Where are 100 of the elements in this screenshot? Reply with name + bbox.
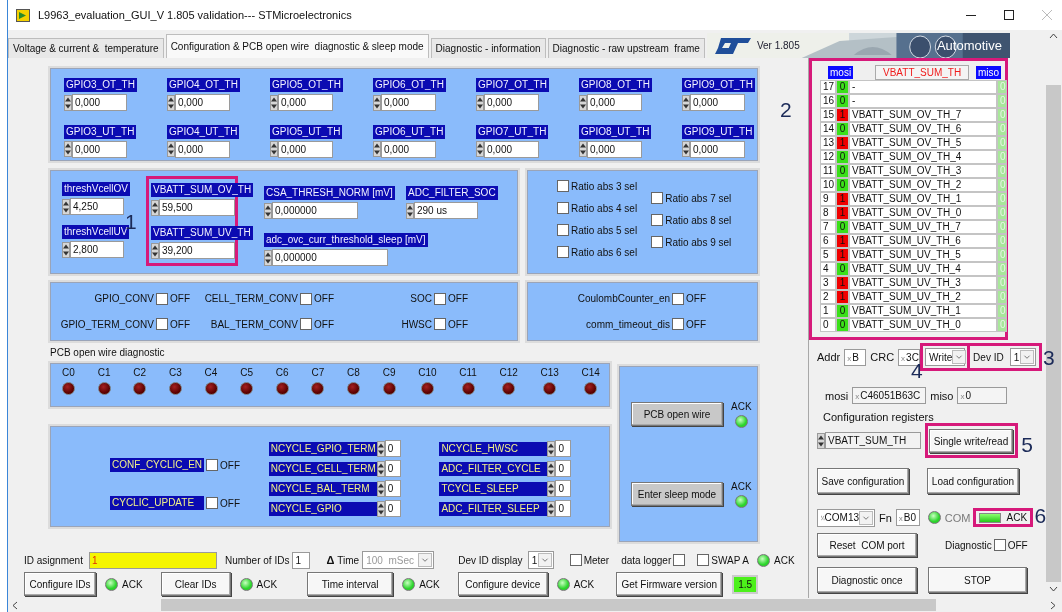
- bit-cell[interactable]: 0: [836, 150, 849, 164]
- bit-cell[interactable]: 1: [836, 192, 849, 206]
- checkbox[interactable]: [672, 318, 684, 331]
- action-button[interactable]: Enter sleep mode: [631, 482, 723, 506]
- tab[interactable]: Diagnostic - information: [430, 38, 546, 58]
- numeric-field[interactable]: 0,000: [381, 94, 436, 111]
- action-button[interactable]: STOP: [928, 567, 1027, 593]
- bit-cell[interactable]: 0: [836, 178, 849, 192]
- hex-field[interactable]: x B: [844, 348, 867, 366]
- checkbox[interactable]: [206, 497, 218, 509]
- bit-cell[interactable]: 1: [836, 206, 849, 220]
- hex-field[interactable]: xB0: [895, 509, 920, 526]
- numeric-field[interactable]: 39,200: [159, 242, 235, 259]
- checkbox[interactable]: [557, 202, 569, 214]
- input-field[interactable]: 1: [88, 551, 217, 569]
- checkbox[interactable]: [557, 246, 569, 258]
- numeric-field[interactable]: 0,000: [72, 140, 127, 158]
- spin-buttons[interactable]: [376, 460, 385, 477]
- checkbox[interactable]: [673, 554, 686, 566]
- tab[interactable]: Voltage & current & temperature: [8, 38, 164, 58]
- bit-cell[interactable]: 0: [836, 80, 849, 94]
- numeric-field[interactable]: 0: [555, 460, 572, 477]
- chevron-up-icon[interactable]: [1049, 33, 1058, 39]
- numeric-field[interactable]: 0,000: [278, 140, 333, 158]
- checkbox[interactable]: [651, 214, 664, 226]
- numeric-field[interactable]: 0,000: [484, 140, 539, 158]
- spin-buttons[interactable]: [376, 480, 385, 497]
- checkbox[interactable]: [697, 554, 710, 566]
- checkbox[interactable]: [557, 180, 569, 192]
- bit-cell[interactable]: 0: [836, 304, 849, 318]
- numeric-field[interactable]: 0,000: [690, 140, 745, 158]
- file-button[interactable]: Load configuration: [927, 468, 1019, 494]
- numeric-field[interactable]: 0: [555, 440, 572, 457]
- checkbox[interactable]: [993, 539, 1006, 551]
- bit-cell[interactable]: 0: [836, 164, 849, 178]
- bit-cell[interactable]: 0: [836, 318, 849, 332]
- input-field[interactable]: 1: [292, 551, 311, 569]
- numeric-field[interactable]: 0,000000: [272, 202, 358, 219]
- action-button[interactable]: Configure device: [457, 572, 548, 596]
- action-button[interactable]: Clear IDs: [160, 572, 231, 596]
- checkbox[interactable]: [557, 224, 569, 236]
- reset-button[interactable]: Reset COM port: [817, 533, 917, 557]
- hex-field[interactable]: x 0: [957, 387, 1008, 404]
- numeric-field[interactable]: 0: [555, 500, 572, 517]
- numeric-field[interactable]: 0,000: [175, 94, 230, 111]
- numeric-field[interactable]: 0,000: [587, 94, 642, 111]
- numeric-field[interactable]: 4,250: [70, 198, 124, 215]
- action-button[interactable]: Configure IDs: [24, 572, 96, 596]
- bit-cell[interactable]: 0: [836, 94, 849, 108]
- action-button[interactable]: PCB open wire: [631, 402, 723, 426]
- numeric-field[interactable]: 0,000: [278, 94, 333, 111]
- checkbox[interactable]: [206, 459, 218, 471]
- numeric-field[interactable]: 0: [555, 480, 572, 497]
- maximize-icon[interactable]: [1004, 10, 1014, 20]
- bit-cell[interactable]: 1: [836, 248, 849, 262]
- bit-cell[interactable]: 0: [836, 220, 849, 234]
- spin-buttons[interactable]: [376, 500, 385, 517]
- dropdown[interactable]: 1: [527, 551, 554, 569]
- chevron-left-icon[interactable]: [12, 600, 18, 610]
- checkbox[interactable]: [651, 192, 664, 204]
- numeric-field[interactable]: 0,000: [587, 140, 642, 158]
- file-button[interactable]: Save configuration: [817, 468, 909, 494]
- numeric-field[interactable]: 290 us: [414, 202, 478, 219]
- checkbox[interactable]: [651, 236, 664, 248]
- numeric-field[interactable]: 0,000: [72, 94, 127, 111]
- bit-cell[interactable]: 1: [836, 108, 849, 122]
- numeric-field[interactable]: 2,800: [70, 241, 124, 258]
- checkbox[interactable]: [156, 292, 168, 305]
- bit-cell[interactable]: 0: [836, 122, 849, 136]
- bit-cell[interactable]: 0: [836, 262, 849, 276]
- checkbox[interactable]: [434, 318, 446, 331]
- bit-cell[interactable]: 1: [836, 290, 849, 304]
- numeric-field[interactable]: 0,000: [484, 94, 539, 111]
- action-button[interactable]: Time interval: [307, 572, 394, 596]
- numeric-field[interactable]: 0,000: [381, 140, 436, 158]
- spin-buttons[interactable]: [376, 440, 385, 457]
- port-dropdown[interactable]: COM13: [817, 508, 875, 527]
- chevron-down-icon[interactable]: [1049, 586, 1058, 592]
- checkbox[interactable]: [300, 318, 312, 331]
- firmware-button[interactable]: Get Firmware version: [616, 572, 723, 596]
- bit-cell[interactable]: 1: [836, 276, 849, 290]
- numeric-field[interactable]: 59,500: [159, 199, 235, 216]
- tab[interactable]: Configuration & PCB open wire diagnostic & sleep mode: [165, 34, 429, 58]
- checkbox[interactable]: [434, 292, 446, 305]
- numeric-field[interactable]: 0,000: [690, 94, 745, 111]
- tab[interactable]: Diagnostic - raw upstream frame: [547, 38, 705, 58]
- bit-cell[interactable]: 1: [836, 234, 849, 248]
- bit-cell[interactable]: 1: [836, 136, 849, 150]
- action-button[interactable]: Diagnostic once: [817, 567, 917, 593]
- single-write-button[interactable]: Single write/read: [929, 429, 1013, 453]
- checkbox[interactable]: [300, 292, 312, 305]
- dropdown[interactable]: 1: [1009, 348, 1036, 366]
- chevron-right-icon[interactable]: [1050, 600, 1056, 610]
- checkbox[interactable]: [569, 554, 582, 566]
- register-field[interactable]: VBATT_SUM_TH: [825, 432, 921, 449]
- checkbox[interactable]: [672, 292, 684, 305]
- hex-field[interactable]: xC46051B63C: [852, 387, 927, 404]
- numeric-field[interactable]: 0,000: [175, 140, 230, 158]
- checkbox[interactable]: [156, 318, 168, 331]
- numeric-field[interactable]: 0,000000: [272, 249, 388, 266]
